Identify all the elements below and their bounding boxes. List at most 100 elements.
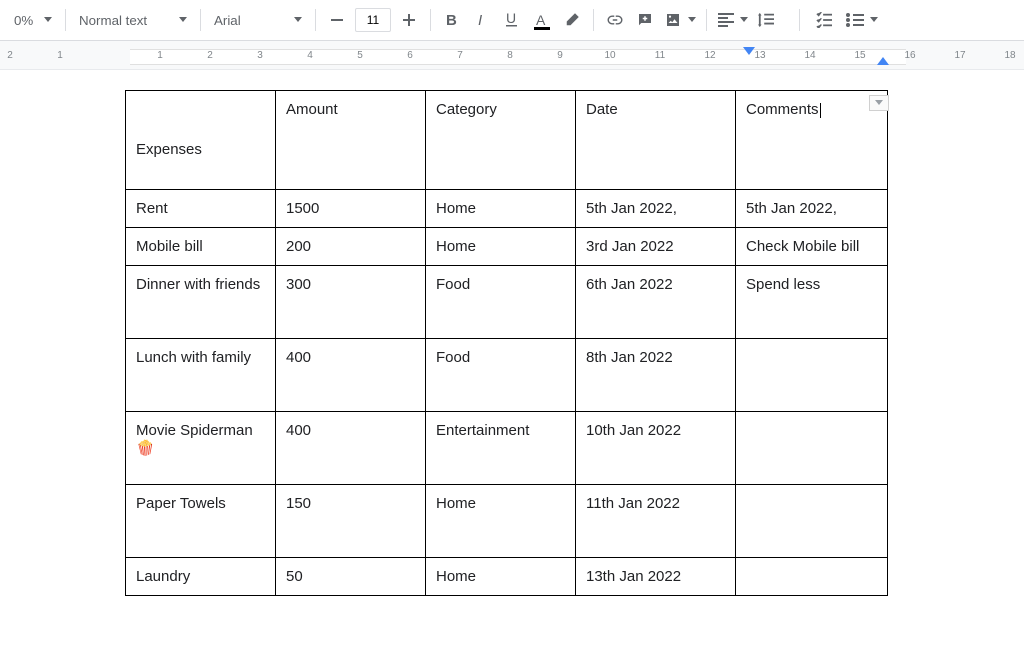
cell-date[interactable]: 10th Jan 2022 (576, 412, 736, 485)
cell-expenses[interactable]: Rent (126, 190, 276, 228)
expenses-table[interactable]: Expenses Amount Category Date Comments R… (125, 90, 888, 596)
font-size-input[interactable]: 11 (355, 8, 391, 32)
bulleted-list-button[interactable] (843, 6, 881, 34)
formatting-toolbar: 0% Normal text Arial 11 B I U A (0, 0, 1024, 41)
text-color-icon: A (532, 10, 552, 30)
ruler-number: 17 (954, 50, 965, 61)
ruler-number: 13 (754, 50, 765, 61)
cell-expenses[interactable]: Mobile bill (126, 228, 276, 266)
separator (593, 9, 594, 31)
line-spacing-button[interactable] (754, 6, 792, 34)
ruler-number: 3 (257, 50, 263, 61)
cell-expenses[interactable]: Paper Towels (126, 485, 276, 558)
chevron-down-icon (783, 17, 791, 23)
table-row[interactable]: Laundry 50 Home 13th Jan 2022 (126, 558, 888, 596)
checklist-icon (815, 12, 833, 28)
ruler-number: 6 (407, 50, 413, 61)
table-row[interactable]: Rent 1500 Home 5th Jan 2022, 5th Jan 202… (126, 190, 888, 228)
cell-amount[interactable]: 400 (276, 339, 426, 412)
cell-expenses[interactable]: Movie Spiderman 🍿 (126, 412, 276, 485)
ruler-number: 1 (57, 50, 63, 61)
cell-amount[interactable]: 50 (276, 558, 426, 596)
cell-comments[interactable]: Check Mobile bill (736, 228, 888, 266)
font-family-select[interactable]: Arial (208, 6, 308, 34)
table-row[interactable]: Paper Towels 150 Home 11th Jan 2022 (126, 485, 888, 558)
cell-date[interactable]: 8th Jan 2022 (576, 339, 736, 412)
cell-date[interactable]: 11th Jan 2022 (576, 485, 736, 558)
checklist-button[interactable] (807, 6, 841, 34)
line-spacing-icon (757, 12, 775, 28)
cell-amount[interactable]: 300 (276, 266, 426, 339)
chevron-down-icon (294, 17, 302, 23)
cell-comments[interactable]: Spend less (736, 266, 888, 339)
cell-amount[interactable]: 400 (276, 412, 426, 485)
paragraph-style-select[interactable]: Normal text (73, 6, 193, 34)
add-comment-icon (636, 11, 654, 29)
header-expenses[interactable]: Expenses (126, 91, 276, 190)
cell-comments[interactable] (736, 412, 888, 485)
decrease-font-size-button[interactable] (323, 6, 351, 34)
cell-comments[interactable]: 5th Jan 2022, (736, 190, 888, 228)
cell-category[interactable]: Home (426, 558, 576, 596)
header-amount[interactable]: Amount (276, 91, 426, 190)
table-row[interactable]: Movie Spiderman 🍿 400 Entertainment 10th… (126, 412, 888, 485)
zoom-select[interactable]: 0% (8, 6, 58, 34)
first-line-indent-marker[interactable] (743, 47, 755, 55)
italic-button[interactable]: I (468, 6, 496, 34)
cell-expenses[interactable]: Lunch with family (126, 339, 276, 412)
ruler-number: 15 (854, 50, 865, 61)
cell-expenses[interactable]: Dinner with friends (126, 266, 276, 339)
cell-date[interactable]: 5th Jan 2022, (576, 190, 736, 228)
text-color-button[interactable]: A (528, 6, 556, 34)
ruler-number: 7 (457, 50, 463, 61)
cell-category[interactable]: Food (426, 266, 576, 339)
cell-amount[interactable]: 200 (276, 228, 426, 266)
table-row[interactable]: Dinner with friends 300 Food 6th Jan 202… (126, 266, 888, 339)
ruler-number: 1 (157, 50, 163, 61)
cell-date[interactable]: 3rd Jan 2022 (576, 228, 736, 266)
table-row[interactable]: Mobile bill 200 Home 3rd Jan 2022 Check … (126, 228, 888, 266)
header-category[interactable]: Category (426, 91, 576, 190)
underline-icon: U (504, 11, 520, 29)
cell-comments[interactable] (736, 339, 888, 412)
cell-amount[interactable]: 1500 (276, 190, 426, 228)
underline-button[interactable]: U (498, 6, 526, 34)
cell-category[interactable]: Home (426, 485, 576, 558)
cell-date[interactable]: 13th Jan 2022 (576, 558, 736, 596)
left-indent-marker[interactable] (877, 57, 889, 65)
separator (799, 9, 800, 31)
document-page[interactable]: Expenses Amount Category Date Comments R… (0, 70, 1024, 662)
increase-font-size-button[interactable] (395, 6, 423, 34)
highlighter-icon (563, 11, 581, 29)
cell-comments[interactable] (736, 558, 888, 596)
add-comment-button[interactable] (631, 6, 659, 34)
cell-category[interactable]: Food (426, 339, 576, 412)
horizontal-ruler[interactable]: 2 1 1 2 3 4 5 6 7 8 9 10 11 12 13 14 15 … (0, 41, 1024, 70)
font-label: Arial (214, 13, 241, 28)
table-row[interactable]: Lunch with family 400 Food 8th Jan 2022 (126, 339, 888, 412)
bold-button[interactable]: B (438, 6, 466, 34)
chevron-down-icon (740, 17, 748, 23)
cell-category[interactable]: Entertainment (426, 412, 576, 485)
separator (315, 9, 316, 31)
cell-expenses[interactable]: Laundry (126, 558, 276, 596)
cell-comments[interactable] (736, 485, 888, 558)
cell-date[interactable]: 6th Jan 2022 (576, 266, 736, 339)
svg-text:A: A (536, 13, 546, 27)
table-header-row[interactable]: Expenses Amount Category Date Comments (126, 91, 888, 190)
cell-amount[interactable]: 150 (276, 485, 426, 558)
insert-link-button[interactable] (601, 6, 629, 34)
ruler-number: 14 (804, 50, 815, 61)
document-viewport[interactable]: Expenses Amount Category Date Comments R… (0, 70, 1024, 662)
header-comments-text: Comments (746, 101, 819, 118)
cell-category[interactable]: Home (426, 228, 576, 266)
align-button[interactable] (714, 6, 752, 34)
insert-image-button[interactable] (661, 6, 699, 34)
header-date[interactable]: Date (576, 91, 736, 190)
header-comments[interactable]: Comments (736, 91, 888, 190)
table-options-button[interactable] (869, 95, 889, 111)
minus-icon (330, 13, 344, 27)
highlight-color-button[interactable] (558, 6, 586, 34)
cell-category[interactable]: Home (426, 190, 576, 228)
ruler-number: 18 (1004, 50, 1015, 61)
